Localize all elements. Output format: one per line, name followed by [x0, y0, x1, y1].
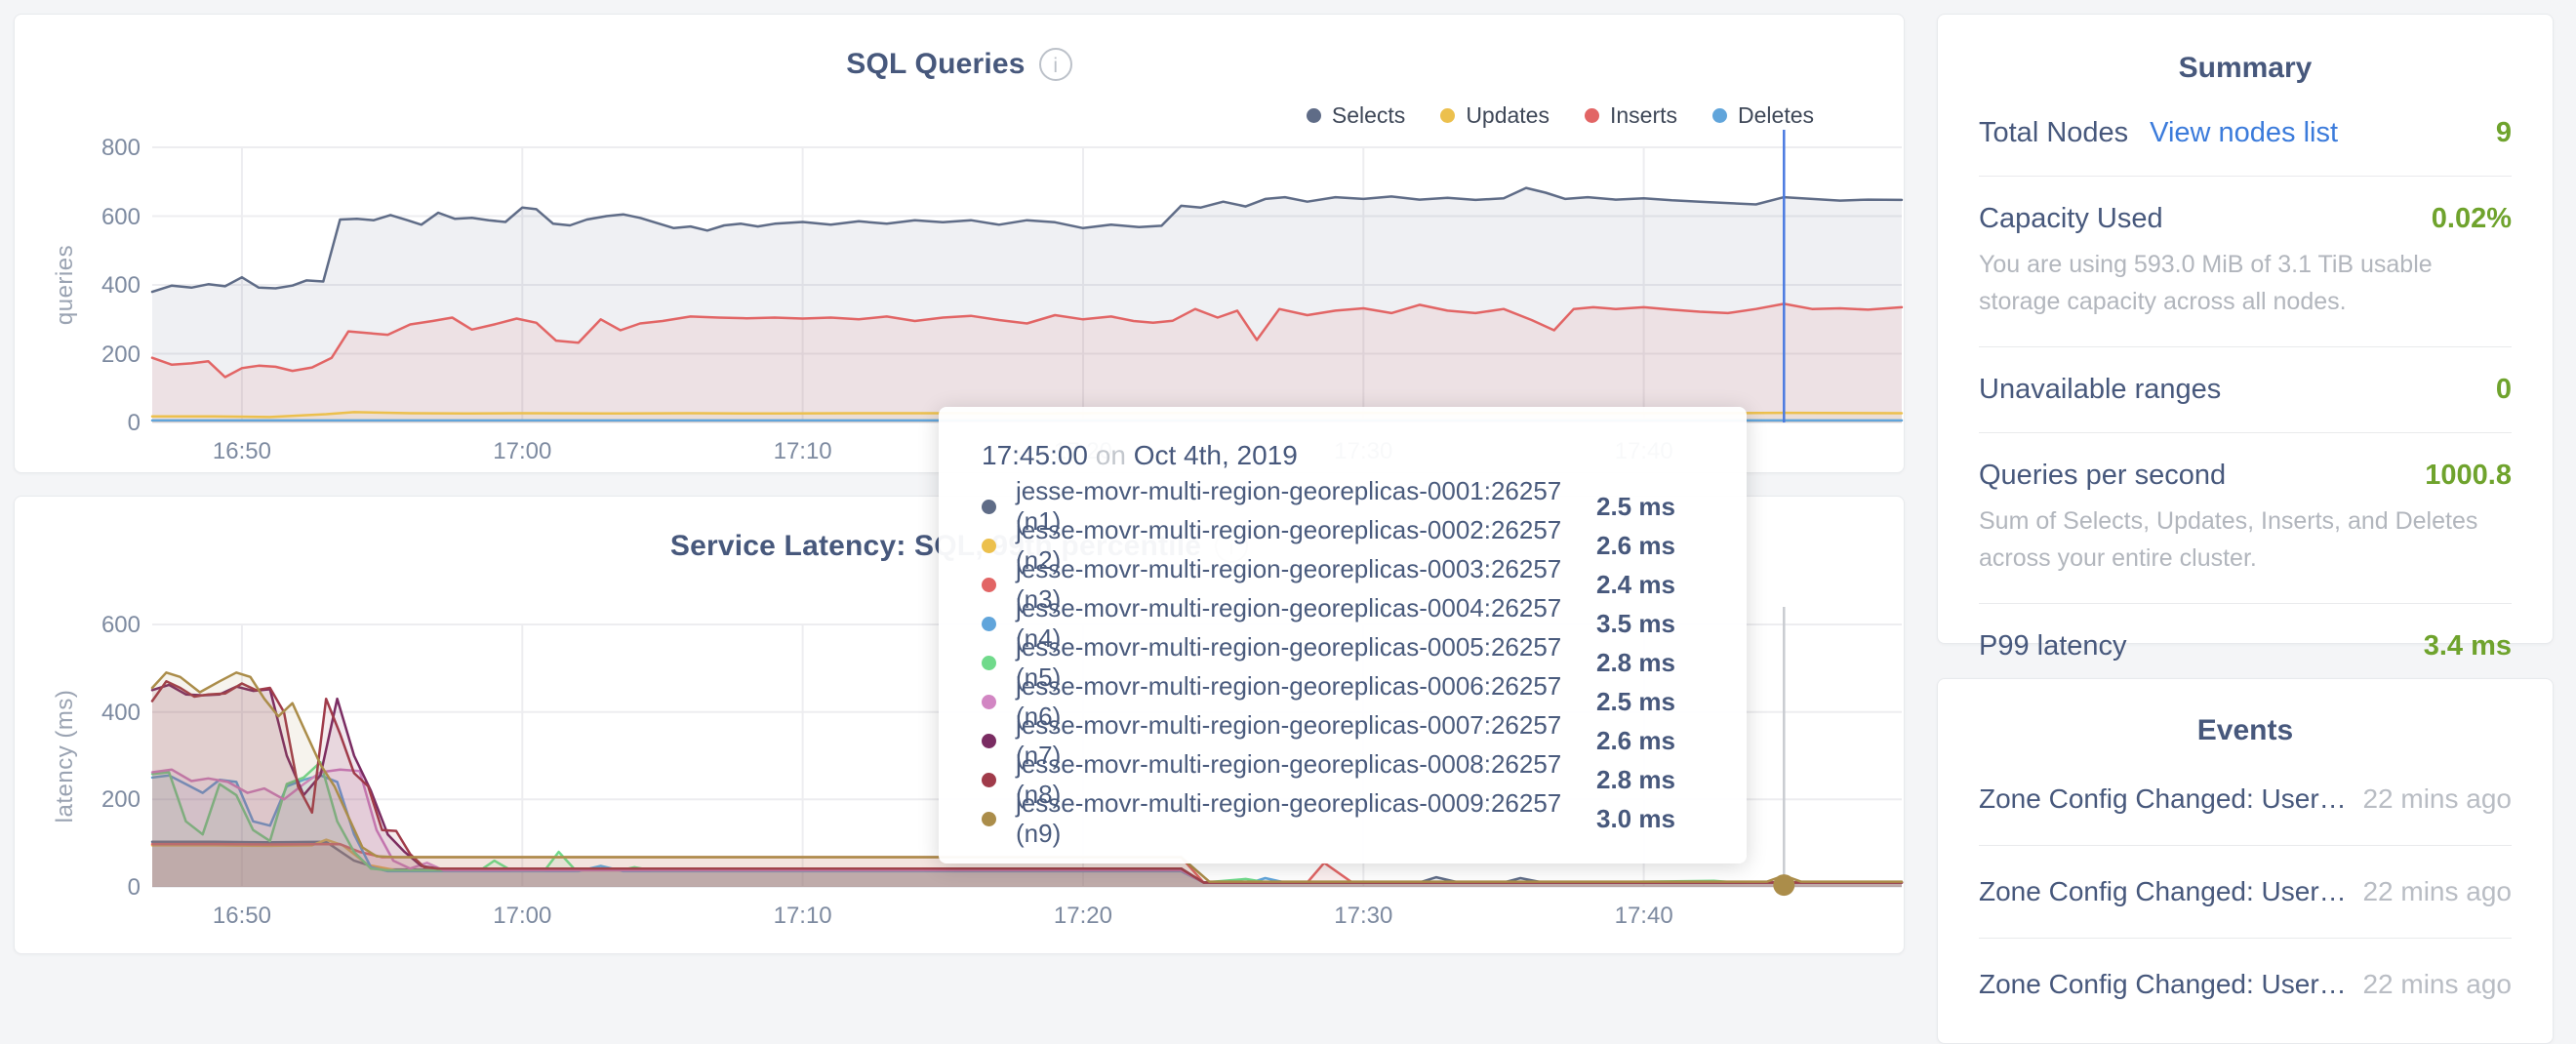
view-nodes-list-link[interactable]: View nodes list	[2150, 117, 2338, 149]
y-tick-label: 800	[51, 135, 141, 162]
tooltip-node-name: jesse-movr-multi-region-georeplicas-0009…	[1016, 788, 1596, 849]
y-tick-label: 400	[51, 272, 141, 300]
x-tick-label: 17:40	[1576, 903, 1712, 930]
x-tick-label: 17:30	[1295, 903, 1431, 930]
total-nodes-value: 9	[2496, 117, 2512, 149]
info-icon[interactable]: i	[1039, 48, 1072, 81]
queries-per-second-value: 1000.8	[2425, 460, 2512, 492]
total-nodes-label: Total Nodes	[1979, 117, 2128, 149]
unavailable-ranges-value: 0	[2496, 374, 2512, 406]
legend-item-selects[interactable]: Selects	[1307, 102, 1405, 129]
events-panel: Events Zone Config Changed: User… 22 mins…	[1937, 678, 2554, 1044]
tooltip-row: jesse-movr-multi-region-georeplicas-0009…	[982, 799, 1704, 838]
y-tick-label: 600	[51, 612, 141, 639]
summary-row-unavailable-ranges: Unavailable ranges 0	[1979, 347, 2512, 433]
tooltip-node-value: 2.8 ms	[1596, 765, 1704, 795]
tooltip-node-value: 2.6 ms	[1596, 726, 1704, 756]
tooltip-node-value: 2.5 ms	[1596, 687, 1704, 717]
queries-per-second-label: Queries per second	[1979, 460, 2226, 492]
summary-row-head: Capacity Used 0.02%	[1979, 203, 2512, 235]
summary-row-head: Unavailable ranges 0	[1979, 374, 2512, 406]
y-tick-label: 0	[51, 410, 141, 437]
node-color-dot-icon	[982, 734, 996, 748]
capacity-used-value: 0.02%	[2432, 203, 2512, 235]
tooltip-header: 17:45:00 on Oct 4th, 2019	[982, 440, 1704, 471]
x-tick-label: 17:10	[735, 438, 871, 465]
summary-row-head: Queries per second 1000.8	[1979, 460, 2512, 492]
p99-latency-label: P99 latency	[1979, 630, 2127, 663]
tooltip-node-value: 2.4 ms	[1596, 570, 1704, 600]
x-tick-label: 16:50	[174, 903, 310, 930]
node-color-dot-icon	[982, 773, 996, 787]
event-row[interactable]: Zone Config Changed: User… 22 mins ago	[1979, 846, 2512, 939]
tooltip-connector: on	[1096, 440, 1134, 470]
capacity-used-label: Capacity Used	[1979, 203, 2163, 235]
node-color-dot-icon	[982, 578, 996, 592]
tooltip-node-value: 2.6 ms	[1596, 531, 1704, 561]
y-tick-label: 200	[51, 786, 141, 814]
summary-row-head: Total Nodes View nodes list 9	[1979, 117, 2512, 149]
event-description: Zone Config Changed: User…	[1979, 876, 2347, 907]
summary-row-total-nodes: Total Nodes View nodes list 9	[1979, 91, 2512, 177]
summary-row-p99-latency: P99 latency 3.4 ms	[1979, 604, 2512, 689]
unavailable-ranges-label: Unavailable ranges	[1979, 374, 2221, 406]
sql-queries-chart-canvas[interactable]	[15, 15, 1904, 472]
tooltip-node-value: 3.5 ms	[1596, 609, 1704, 639]
event-description: Zone Config Changed: User…	[1979, 783, 2347, 815]
events-list: Zone Config Changed: User… 22 mins ago Zon…	[1979, 753, 2512, 1030]
x-tick-label: 17:10	[735, 903, 871, 930]
x-tick-label: 17:20	[1015, 903, 1151, 930]
x-tick-label: 17:00	[454, 438, 590, 465]
p99-latency-value: 3.4 ms	[2424, 630, 2512, 663]
legend-dot-icon	[1585, 108, 1599, 123]
node-color-dot-icon	[982, 500, 996, 514]
summary-panel: Summary Total Nodes View nodes list 9 Capac…	[1937, 14, 2554, 644]
x-tick-label: 16:50	[174, 438, 310, 465]
legend-item-deletes[interactable]: Deletes	[1712, 102, 1814, 129]
legend-item-inserts[interactable]: Inserts	[1585, 102, 1677, 129]
tooltip-node-value: 2.5 ms	[1596, 492, 1704, 522]
hover-point-marker	[1773, 874, 1794, 896]
legend-item-label: Deletes	[1738, 102, 1814, 129]
y-tick-label: 0	[51, 874, 141, 902]
chart-hover-tooltip: 17:45:00 on Oct 4th, 2019 jesse-movr-mul…	[939, 407, 1747, 863]
event-timestamp: 22 mins ago	[2362, 876, 2512, 907]
x-tick-label: 17:00	[454, 903, 590, 930]
summary-row-capacity-used: Capacity Used 0.02% You are using 593.0 Mi…	[1979, 177, 2512, 347]
legend-dot-icon	[1307, 108, 1321, 123]
legend-item-updates[interactable]: Updates	[1440, 102, 1550, 129]
node-color-dot-icon	[982, 617, 996, 631]
legend-item-label: Selects	[1332, 102, 1405, 129]
node-color-dot-icon	[982, 695, 996, 709]
node-color-dot-icon	[982, 812, 996, 826]
legend-item-label: Updates	[1466, 102, 1550, 129]
tooltip-node-rows: jesse-movr-multi-region-georeplicas-0001…	[982, 487, 1704, 838]
sql-queries-chart-card: SQL Queries i SelectsUpdatesInsertsDelet…	[14, 14, 1905, 473]
event-timestamp: 22 mins ago	[2362, 783, 2512, 815]
sql-queries-legend: Selects Updates Inserts Deletes	[1307, 102, 1814, 129]
summary-rows: Total Nodes View nodes list 9 Capacity Used…	[1979, 91, 2512, 689]
tooltip-node-value: 3.0 ms	[1596, 804, 1704, 834]
legend-item-label: Inserts	[1610, 102, 1677, 129]
summary-panel-title: Summary	[1979, 52, 2512, 85]
y-tick-label: 600	[51, 204, 141, 231]
capacity-used-subtext: You are using 593.0 MiB of 3.1 TiB usabl…	[1979, 247, 2512, 320]
summary-row-queries-per-second: Queries per second 1000.8 Sum of Selects, …	[1979, 433, 2512, 604]
event-row[interactable]: Zone Config Changed: User…22 mins ago	[1979, 939, 2512, 1030]
tooltip-node-value: 2.8 ms	[1596, 648, 1704, 678]
queries-per-second-subtext: Sum of Selects, Updates, Inserts, and De…	[1979, 503, 2512, 577]
legend-dot-icon	[1712, 108, 1727, 123]
legend-dot-icon	[1440, 108, 1455, 123]
node-color-dot-icon	[982, 656, 996, 670]
tooltip-date: Oct 4th, 2019	[1134, 440, 1298, 470]
event-row[interactable]: Zone Config Changed: User… 22 mins ago	[1979, 753, 2512, 846]
tooltip-time: 17:45:00	[982, 440, 1088, 470]
node-color-dot-icon	[982, 539, 996, 553]
events-panel-title: Events	[1979, 714, 2512, 747]
y-tick-label: 400	[51, 700, 141, 727]
y-tick-label: 200	[51, 341, 141, 369]
summary-row-head: P99 latency 3.4 ms	[1979, 630, 2512, 663]
